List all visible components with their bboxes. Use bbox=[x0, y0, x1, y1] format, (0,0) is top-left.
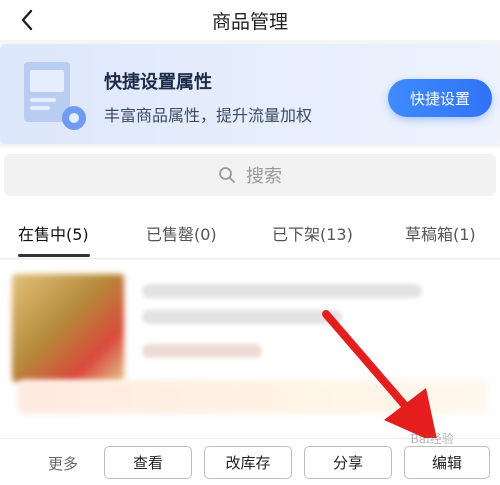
more-button[interactable]: 更多 bbox=[48, 453, 78, 474]
edit-stock-button[interactable]: 改库存 bbox=[204, 446, 292, 479]
search-area: 搜索 bbox=[0, 147, 500, 205]
blurred-promo-strip bbox=[18, 380, 488, 414]
tab-sold-out[interactable]: 已售罄(0) bbox=[146, 221, 217, 245]
edit-button[interactable]: 编辑 bbox=[404, 446, 490, 479]
view-button[interactable]: 查看 bbox=[104, 446, 192, 479]
banner-subtitle: 丰富商品属性，提升流量加权 bbox=[104, 106, 313, 125]
search-placeholder: 搜索 bbox=[246, 166, 282, 187]
blurred-title-line bbox=[142, 284, 422, 298]
share-button[interactable]: 分享 bbox=[304, 446, 392, 479]
status-tabs: 在售中(5) 已售罄(0) 已下架(13) 草稿箱(1) bbox=[0, 205, 500, 259]
tab-off-shelf[interactable]: 已下架(13) bbox=[272, 221, 353, 245]
product-thumbnail bbox=[12, 274, 124, 382]
action-bar: 更多 查看 改库存 分享 编辑 bbox=[0, 438, 500, 485]
document-settings-icon bbox=[18, 58, 88, 132]
search-input[interactable]: 搜索 bbox=[4, 154, 496, 196]
blurred-title-line bbox=[142, 310, 342, 324]
tab-drafts[interactable]: 草稿箱(1) bbox=[405, 221, 476, 245]
search-icon bbox=[219, 167, 235, 183]
product-card[interactable] bbox=[0, 260, 500, 438]
top-bar: 商品管理 bbox=[0, 0, 500, 40]
quick-setting-button[interactable]: 快捷设置 bbox=[388, 79, 492, 117]
active-tab-indicator bbox=[18, 254, 90, 257]
page-title: 商品管理 bbox=[211, 11, 288, 33]
blurred-price-line bbox=[142, 344, 262, 358]
tab-on-sale[interactable]: 在售中(5) bbox=[18, 221, 89, 245]
banner-title: 快捷设置属性 bbox=[104, 72, 212, 93]
